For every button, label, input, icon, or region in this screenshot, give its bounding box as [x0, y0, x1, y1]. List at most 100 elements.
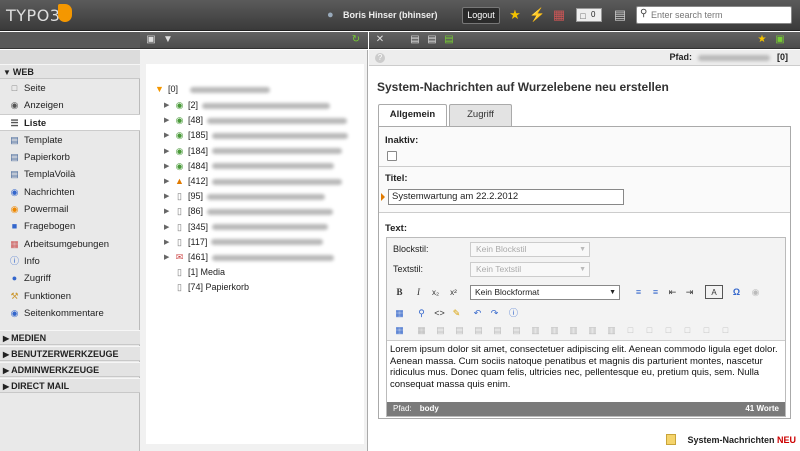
column-insert-after-icon[interactable]: ▥: [567, 324, 580, 337]
module-item-fragebogen[interactable]: ■ Fragebogen: [0, 218, 140, 235]
column-insert-before-icon[interactable]: ▥: [548, 324, 561, 337]
row-properties-icon[interactable]: ▤: [434, 324, 447, 337]
expand-triangle-icon[interactable]: ▶: [164, 189, 172, 204]
section-adminwerkzeuge[interactable]: ▶ ADMINWERKZEUGE: [0, 362, 140, 377]
typo3-logo[interactable]: TYPO3: [6, 6, 60, 25]
ordered-list-icon[interactable]: ≡: [632, 286, 645, 299]
search-input[interactable]: [651, 8, 789, 22]
blockstil-select[interactable]: Kein Blockstil ▼: [470, 242, 590, 257]
user-name[interactable]: Boris Hinser (bhinser): [343, 10, 438, 20]
column-delete-icon[interactable]: ▥: [586, 324, 599, 337]
outdent-icon[interactable]: ⇤: [666, 286, 679, 299]
spellcheck-icon[interactable]: ◉: [749, 286, 762, 299]
table-properties-icon[interactable]: ▦: [415, 324, 428, 337]
clear-cache-flash-icon[interactable]: ⚡: [529, 7, 545, 23]
workspace-icon[interactable]: ▦: [551, 7, 567, 23]
unordered-list-icon[interactable]: ≡: [649, 286, 662, 299]
expand-triangle-icon[interactable]: ▶: [164, 98, 172, 113]
module-item-liste[interactable]: ☰ Liste: [0, 114, 140, 131]
save-and-new-icon[interactable]: ▤: [443, 34, 455, 46]
column-properties-icon[interactable]: ▥: [529, 324, 542, 337]
module-item-anzeigen[interactable]: ◉ Anzeigen: [0, 97, 140, 114]
rte-path-value[interactable]: body: [420, 404, 439, 413]
cell-merge-icon[interactable]: □: [719, 324, 732, 337]
help-icon[interactable]: ⓘ: [507, 307, 520, 320]
site-globe-icon: ◉: [175, 160, 184, 171]
table-icon[interactable]: ▦: [393, 307, 406, 320]
tab-zugriff[interactable]: Zugriff: [449, 104, 512, 126]
refresh-icon[interactable]: ↻: [350, 34, 362, 46]
section-title: DIRECT MAIL: [11, 381, 70, 391]
html-source-icon[interactable]: <>: [433, 307, 446, 320]
module-item-arbeitsumgebungen[interactable]: ▦ Arbeitsumgebungen: [0, 236, 140, 253]
row-split-icon[interactable]: ▤: [510, 324, 523, 337]
module-item-seite[interactable]: □ Seite: [0, 80, 140, 97]
typo3-root-icon: ▼: [155, 84, 164, 94]
expand-triangle-icon[interactable]: ▶: [164, 220, 172, 235]
special-char-icon[interactable]: Ω: [730, 286, 743, 299]
cell-split-icon[interactable]: □: [700, 324, 713, 337]
remove-format-icon[interactable]: ✎: [450, 307, 463, 320]
rte-content[interactable]: Lorem ipsum dolor sit amet, consectetuer…: [387, 340, 785, 402]
row-insert-after-icon[interactable]: ▤: [472, 324, 485, 337]
module-item-papierkorb[interactable]: ▤ Papierkorb: [0, 149, 140, 166]
module-item-zugriff[interactable]: ● Zugriff: [0, 270, 140, 287]
section-medien[interactable]: ▶ MEDIEN: [0, 330, 140, 345]
italic-button[interactable]: I: [412, 286, 425, 299]
module-item-info[interactable]: ⓘ Info: [0, 253, 140, 270]
tree-node-label: [345]: [188, 221, 209, 232]
cell-delete-icon[interactable]: □: [681, 324, 694, 337]
module-item-template[interactable]: ▤ Template: [0, 132, 140, 149]
expand-triangle-icon[interactable]: ▶: [164, 174, 172, 189]
find-replace-icon[interactable]: ⚲: [415, 307, 428, 320]
module-item-nachrichten[interactable]: ◉ Nachrichten: [0, 184, 140, 201]
bold-button[interactable]: B: [393, 286, 406, 299]
close-icon[interactable]: ✕: [374, 34, 386, 46]
shortcut-icon[interactable]: ★: [756, 34, 768, 46]
blurred-title: [190, 86, 270, 93]
new-page-icon[interactable]: ▣: [145, 34, 157, 46]
recent-documents-icon[interactable]: ▤: [612, 7, 628, 23]
logout-button[interactable]: Logout: [462, 7, 500, 24]
indent-icon[interactable]: ⇥: [683, 286, 696, 299]
section-direct-mail[interactable]: ▶ DIRECT MAIL: [0, 378, 140, 393]
row-insert-before-icon[interactable]: ▤: [453, 324, 466, 337]
bookmark-star-icon[interactable]: ★: [507, 7, 523, 23]
expand-triangle-icon[interactable]: ▶: [164, 250, 172, 265]
expand-triangle-icon[interactable]: ▶: [164, 144, 172, 159]
text-color-icon[interactable]: A: [705, 285, 723, 299]
save-icon[interactable]: ▤: [409, 34, 421, 46]
expand-triangle-icon: ▶: [3, 334, 10, 343]
save-and-view-icon[interactable]: ▤: [426, 34, 438, 46]
column-split-icon[interactable]: ▥: [605, 324, 618, 337]
cell-properties-icon[interactable]: □: [624, 324, 637, 337]
superscript-button[interactable]: x²: [447, 286, 460, 299]
cell-insert-before-icon[interactable]: □: [643, 324, 656, 337]
undo-icon[interactable]: ↶: [471, 307, 484, 320]
module-item-templavoila[interactable]: ▤ TemplaVoilà: [0, 166, 140, 183]
redo-icon[interactable]: ↷: [488, 307, 501, 320]
expand-triangle-icon[interactable]: ▶: [164, 159, 172, 174]
module-item-powermail[interactable]: ◉ Powermail: [0, 201, 140, 218]
titel-input[interactable]: Systemwartung am 22.2.2012: [388, 189, 624, 205]
expand-triangle-icon[interactable]: ▶: [164, 128, 172, 143]
subscript-button[interactable]: x₂: [429, 286, 442, 299]
new-record-icon[interactable]: ▣: [774, 34, 786, 46]
module-item-seitenkommentare[interactable]: ◉ Seitenkommentare: [0, 305, 140, 322]
row-delete-icon[interactable]: ▤: [491, 324, 504, 337]
expand-triangle-icon[interactable]: ▶: [164, 113, 172, 128]
expand-triangle-icon[interactable]: ▶: [164, 235, 172, 250]
blockformat-select[interactable]: Kein Blockformat ▼: [470, 285, 620, 300]
section-benutzerwerkzeuge[interactable]: ▶ BENUTZERWERKZEUGE: [0, 346, 140, 361]
expand-triangle-icon[interactable]: ▶: [164, 204, 172, 219]
tree-root[interactable]: ▼ [0]: [154, 82, 270, 97]
cell-insert-after-icon[interactable]: □: [662, 324, 675, 337]
inaktiv-checkbox[interactable]: [387, 151, 397, 161]
module-item-funktionen[interactable]: ⚒ Funktionen: [0, 288, 140, 305]
tab-allgemein[interactable]: Allgemein: [378, 104, 447, 127]
textstil-select[interactable]: Kein Textstil ▼: [470, 262, 590, 277]
help-icon[interactable]: ?: [375, 53, 385, 63]
table-insert-icon[interactable]: ▦: [393, 324, 406, 337]
section-web[interactable]: ▼ WEB: [0, 64, 140, 79]
filter-icon[interactable]: ▼: [162, 34, 174, 46]
